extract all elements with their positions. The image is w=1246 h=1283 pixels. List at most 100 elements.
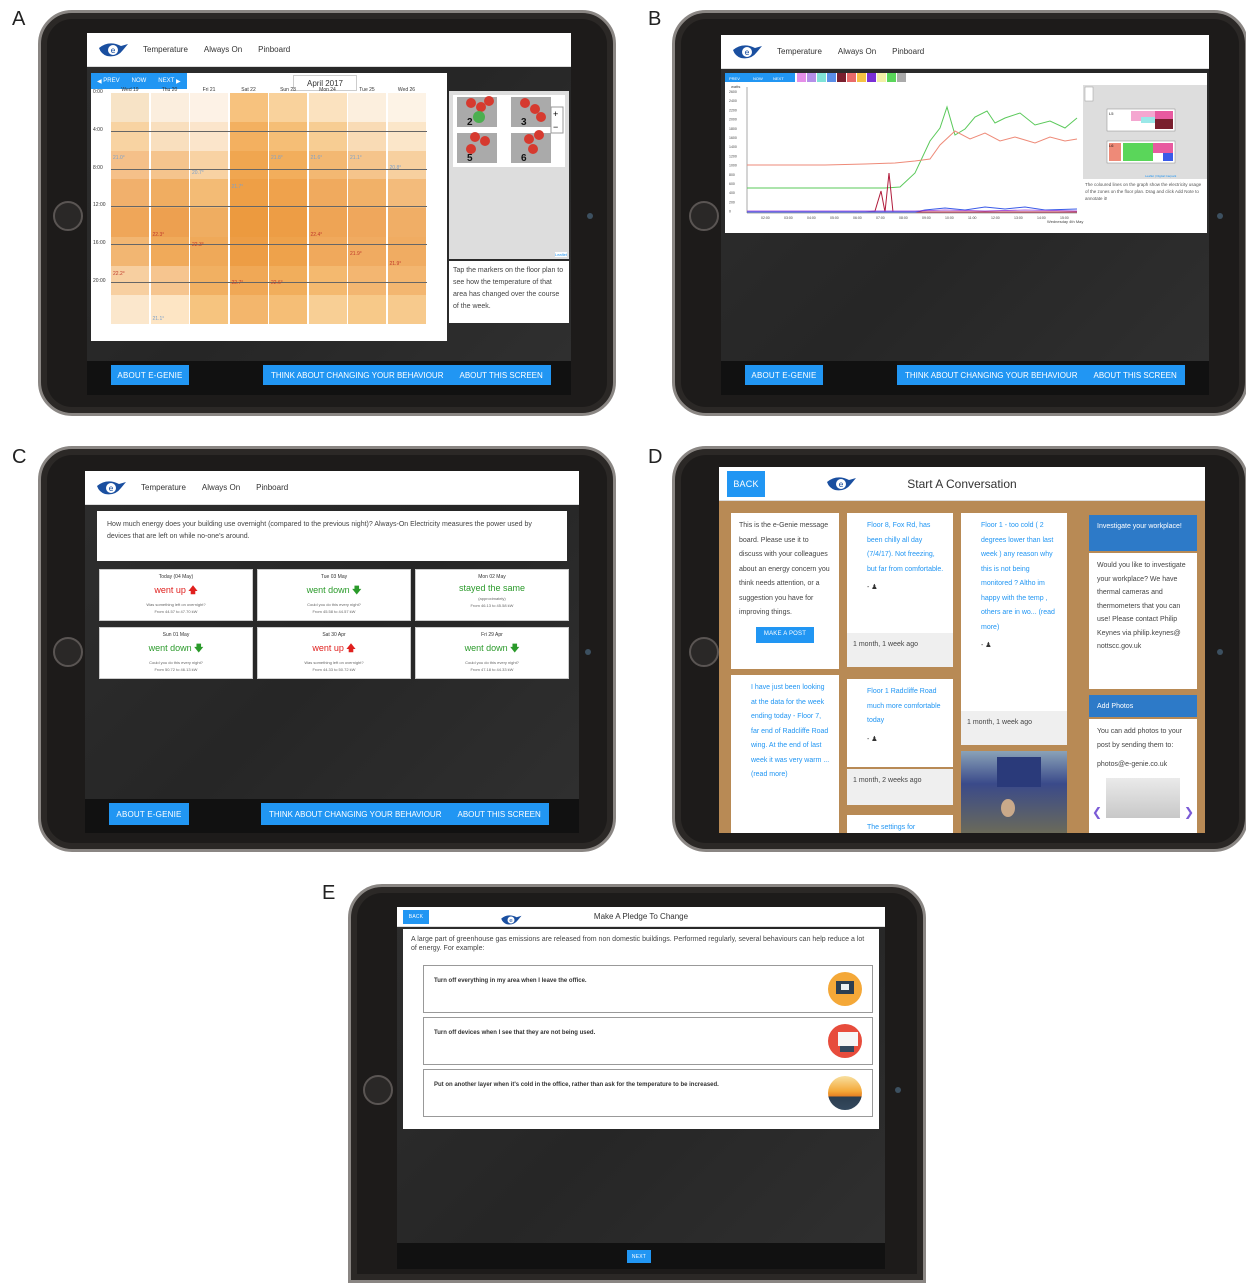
heatmap-cell[interactable] [308, 285, 347, 296]
heatmap-cell[interactable] [269, 237, 307, 248]
think-behaviour-button[interactable]: THINK ABOUT CHANGING YOUR BEHAVIOUR [261, 803, 449, 825]
heatmap-cell[interactable] [387, 131, 426, 142]
heatmap-cell[interactable] [308, 275, 347, 286]
heatmap-cell[interactable] [229, 169, 268, 180]
nav-always-on[interactable]: Always On [204, 45, 242, 54]
heatmap-cell[interactable] [387, 93, 426, 104]
heatmap-cell[interactable] [387, 150, 426, 161]
heatmap-cell[interactable] [150, 169, 189, 180]
heatmap-cell[interactable] [308, 246, 347, 257]
heatmap-cell[interactable] [190, 112, 228, 123]
heatmap-cell[interactable] [308, 294, 347, 305]
heatmap-cell[interactable] [308, 102, 347, 113]
heatmap-cell[interactable] [190, 304, 228, 315]
heatmap-cell[interactable] [190, 189, 228, 200]
nav-pinboard[interactable]: Pinboard [892, 47, 924, 56]
heatmap-cell[interactable] [150, 179, 189, 190]
nav-pinboard[interactable]: Pinboard [256, 483, 288, 492]
post-text[interactable]: Floor 1 - too cold ( 2 degrees lower tha… [969, 519, 1059, 635]
heatmap-cell[interactable] [269, 189, 307, 200]
heatmap-cell[interactable] [190, 179, 228, 190]
heatmap-cell[interactable] [269, 179, 307, 190]
heatmap-cell[interactable] [111, 93, 149, 104]
heatmap-cell[interactable] [229, 217, 268, 228]
about-screen-button[interactable]: ABOUT THIS SCREEN [1085, 365, 1184, 385]
heatmap-cell[interactable] [111, 227, 149, 238]
heatmap-cell[interactable] [229, 208, 268, 219]
heatmap-cell[interactable] [348, 169, 386, 180]
heatmap-cell[interactable] [150, 246, 189, 257]
heatmap-cell[interactable] [348, 217, 386, 228]
make-post-button[interactable]: MAKE A POST [756, 626, 814, 643]
post-note[interactable]: Floor 1 - too cold ( 2 degrees lower tha… [961, 513, 1067, 711]
heatmap-cell[interactable] [387, 265, 426, 276]
think-behaviour-button[interactable]: THINK ABOUT CHANGING YOUR BEHAVIOUR [263, 365, 451, 385]
heatmap-cell[interactable] [269, 313, 307, 324]
heatmap-cell[interactable] [348, 208, 386, 219]
heatmap-cell[interactable] [308, 237, 347, 248]
post-note[interactable]: I have just been looking at the data for… [731, 675, 839, 833]
heatmap-cell[interactable] [308, 93, 347, 104]
heatmap-cell[interactable] [229, 102, 268, 113]
heatmap-cell[interactable] [111, 102, 149, 113]
heatmap-cell[interactable] [387, 179, 426, 190]
heatmap-cell[interactable] [387, 112, 426, 123]
heatmap-cell[interactable] [387, 189, 426, 200]
heatmap-cell[interactable] [387, 141, 426, 152]
heatmap-cell[interactable] [190, 256, 228, 267]
heatmap-cell[interactable] [190, 150, 228, 161]
overnight-card[interactable]: Mon 02 May stayed the same (approximately)… [415, 569, 569, 621]
electricity-line-chart[interactable]: PREV NOW NEXT watts 26002400220020001800… [725, 73, 1207, 233]
heatmap-cell[interactable] [308, 217, 347, 228]
heatmap-cell[interactable] [190, 102, 228, 113]
heatmap-cell[interactable] [348, 294, 386, 305]
heatmap-cell[interactable] [348, 102, 386, 113]
heatmap-cell[interactable] [150, 102, 189, 113]
floor-plan-map[interactable]: 2 3 5 6 + − Leaflet [449, 91, 569, 259]
heatmap-cell[interactable] [150, 256, 189, 267]
home-button[interactable] [53, 201, 83, 231]
heatmap-cell[interactable] [229, 227, 268, 238]
overnight-card[interactable]: Sat 30 Apr went up 🡅 Was something left on… [257, 627, 411, 679]
nav-pinboard[interactable]: Pinboard [258, 45, 290, 54]
heatmap-cell[interactable] [308, 189, 347, 200]
pledge-item[interactable]: Turn off everything in my area when I le… [423, 965, 873, 1013]
heatmap-cell[interactable] [269, 285, 307, 296]
heatmap-cell[interactable] [111, 275, 149, 286]
overnight-card[interactable]: Tue 03 May went down 🡇 Could you do this e… [257, 569, 411, 621]
heatmap-cell[interactable] [190, 217, 228, 228]
heatmap-cell[interactable] [348, 304, 386, 315]
chevron-left-icon[interactable]: ❮ [1092, 805, 1102, 820]
heatmap-cell[interactable] [308, 304, 347, 315]
heatmap-cell[interactable] [229, 313, 268, 324]
heatmap-cell[interactable] [269, 265, 307, 276]
home-button[interactable] [689, 637, 719, 667]
heatmap-cell[interactable] [111, 294, 149, 305]
heatmap-cell[interactable] [150, 265, 189, 276]
heatmap-cell[interactable] [190, 294, 228, 305]
carousel-photo[interactable]: ❮ ❯ [1092, 777, 1194, 818]
heatmap-cell[interactable] [150, 304, 189, 315]
back-button[interactable]: BACK [403, 910, 429, 924]
heatmap-cell[interactable] [269, 93, 307, 104]
heatmap-cell[interactable] [150, 112, 189, 123]
heatmap-cell[interactable] [150, 189, 189, 200]
heatmap-cell[interactable] [150, 217, 189, 228]
heatmap-cell[interactable] [150, 237, 189, 248]
heatmap-cell[interactable] [348, 237, 386, 248]
heatmap-cell[interactable] [348, 112, 386, 123]
heatmap-cell[interactable] [348, 256, 386, 267]
pledge-item[interactable]: Put on another layer when it's cold in t… [423, 1069, 873, 1117]
heatmap-cell[interactable] [111, 208, 149, 219]
heatmap-cell[interactable] [111, 313, 149, 324]
about-screen-button[interactable]: ABOUT THIS SCREEN [449, 803, 548, 825]
post-text[interactable]: The settings for [855, 821, 945, 833]
heatmap-cell[interactable] [111, 304, 149, 315]
heatmap-cell[interactable] [269, 227, 307, 238]
post-text[interactable]: I have just been looking at the data for… [739, 681, 831, 783]
heatmap-cell[interactable] [229, 265, 268, 276]
heatmap-cell[interactable] [348, 179, 386, 190]
heatmap-cell[interactable] [150, 93, 189, 104]
heatmap-cell[interactable] [229, 294, 268, 305]
heatmap-cell[interactable] [150, 275, 189, 286]
